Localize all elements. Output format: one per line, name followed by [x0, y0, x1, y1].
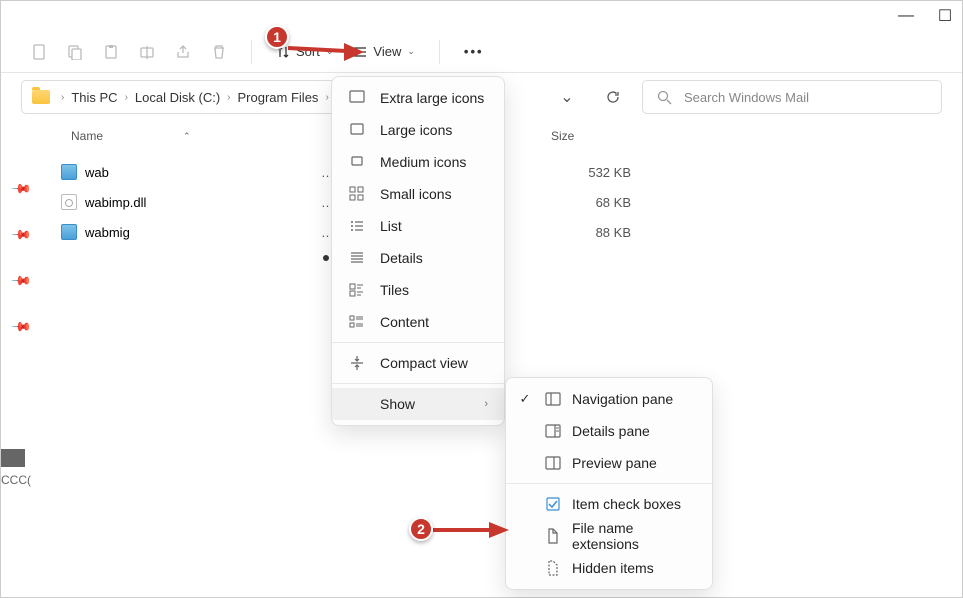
chevron-icon[interactable]: ›	[122, 92, 131, 103]
paste-button[interactable]	[103, 44, 119, 60]
more-button[interactable]: •••	[464, 44, 484, 59]
selected-bullet-icon	[323, 255, 329, 261]
menu-show[interactable]: Show›	[332, 388, 504, 420]
minimize-button[interactable]: —	[899, 9, 913, 23]
menu-small-icons[interactable]: Small icons	[332, 178, 504, 210]
rename-button[interactable]	[139, 44, 155, 60]
menu-item-checkboxes[interactable]: Item check boxes	[506, 488, 712, 520]
share-button[interactable]	[175, 44, 191, 60]
menu-large-icons[interactable]: Large icons	[332, 114, 504, 146]
menu-details-pane[interactable]: Details pane	[506, 415, 712, 447]
exe-icon	[61, 224, 77, 240]
menu-navigation-pane[interactable]: ✓Navigation pane	[506, 383, 712, 415]
chevron-icon[interactable]: ›	[224, 92, 233, 103]
search-input[interactable]: Search Windows Mail	[642, 80, 942, 114]
delete-button[interactable]	[211, 44, 227, 60]
pin-icon[interactable]: 📌	[10, 224, 33, 247]
refresh-button[interactable]	[596, 80, 630, 114]
address-bar[interactable]: › This PC › Local Disk (C:) › Program Fi…	[21, 80, 343, 114]
column-size[interactable]: Size	[551, 129, 651, 143]
menu-content[interactable]: Content	[332, 306, 504, 338]
dll-icon	[61, 194, 77, 210]
callout-2: 2	[409, 517, 433, 541]
drive-icon[interactable]	[1, 449, 25, 467]
menu-list[interactable]: List	[332, 210, 504, 242]
menu-tiles[interactable]: Tiles	[332, 274, 504, 306]
maximize-button[interactable]: ☐	[938, 9, 952, 23]
menu-medium-icons[interactable]: Medium icons	[332, 146, 504, 178]
sidebar-bottom: CCC(	[1, 449, 41, 487]
callout-1: 1	[265, 25, 289, 49]
pin-sidebar: 📌 📌 📌 📌	[1, 121, 41, 571]
view-label: View	[373, 44, 401, 59]
breadcrumb-item[interactable]: This PC	[67, 90, 121, 105]
menu-preview-pane[interactable]: Preview pane	[506, 447, 712, 479]
folder-icon	[32, 90, 50, 104]
show-submenu: ✓Navigation pane Details pane Preview pa…	[505, 377, 713, 590]
check-icon: ✓	[516, 391, 534, 407]
exe-icon	[61, 164, 77, 180]
copy-button[interactable]	[67, 44, 83, 60]
window-titlebar: — ☐	[1, 1, 962, 31]
pin-icon[interactable]: 📌	[10, 316, 33, 339]
column-name[interactable]: Name⌃	[41, 129, 321, 143]
menu-file-name-extensions[interactable]: File name extensions	[506, 520, 712, 552]
menu-compact-view[interactable]: Compact view	[332, 347, 504, 379]
pin-icon[interactable]: 📌	[10, 178, 33, 201]
view-menu: Extra large icons Large icons Medium ico…	[331, 76, 505, 426]
sidebar-text: CCC(	[1, 473, 41, 487]
pin-icon[interactable]: 📌	[10, 270, 33, 293]
submenu-arrow-icon: ›	[484, 398, 488, 410]
menu-hidden-items[interactable]: Hidden items	[506, 552, 712, 584]
search-placeholder: Search Windows Mail	[684, 90, 809, 105]
new-button[interactable]	[31, 44, 47, 60]
arrow-2	[431, 517, 511, 547]
sort-caret-icon: ⌃	[183, 131, 191, 142]
breadcrumb-item[interactable]: Local Disk (C:)	[131, 90, 224, 105]
toolbar: Sort ⌄ View ⌄ •••	[1, 31, 962, 73]
breadcrumb-item[interactable]: Program Files	[234, 90, 323, 105]
menu-extra-large-icons[interactable]: Extra large icons	[332, 82, 504, 114]
menu-details[interactable]: Details	[332, 242, 504, 274]
arrow-1	[286, 33, 366, 63]
recent-dropdown[interactable]: ⌄	[550, 80, 584, 114]
chevron-icon[interactable]: ›	[58, 92, 67, 103]
search-icon	[657, 90, 672, 105]
